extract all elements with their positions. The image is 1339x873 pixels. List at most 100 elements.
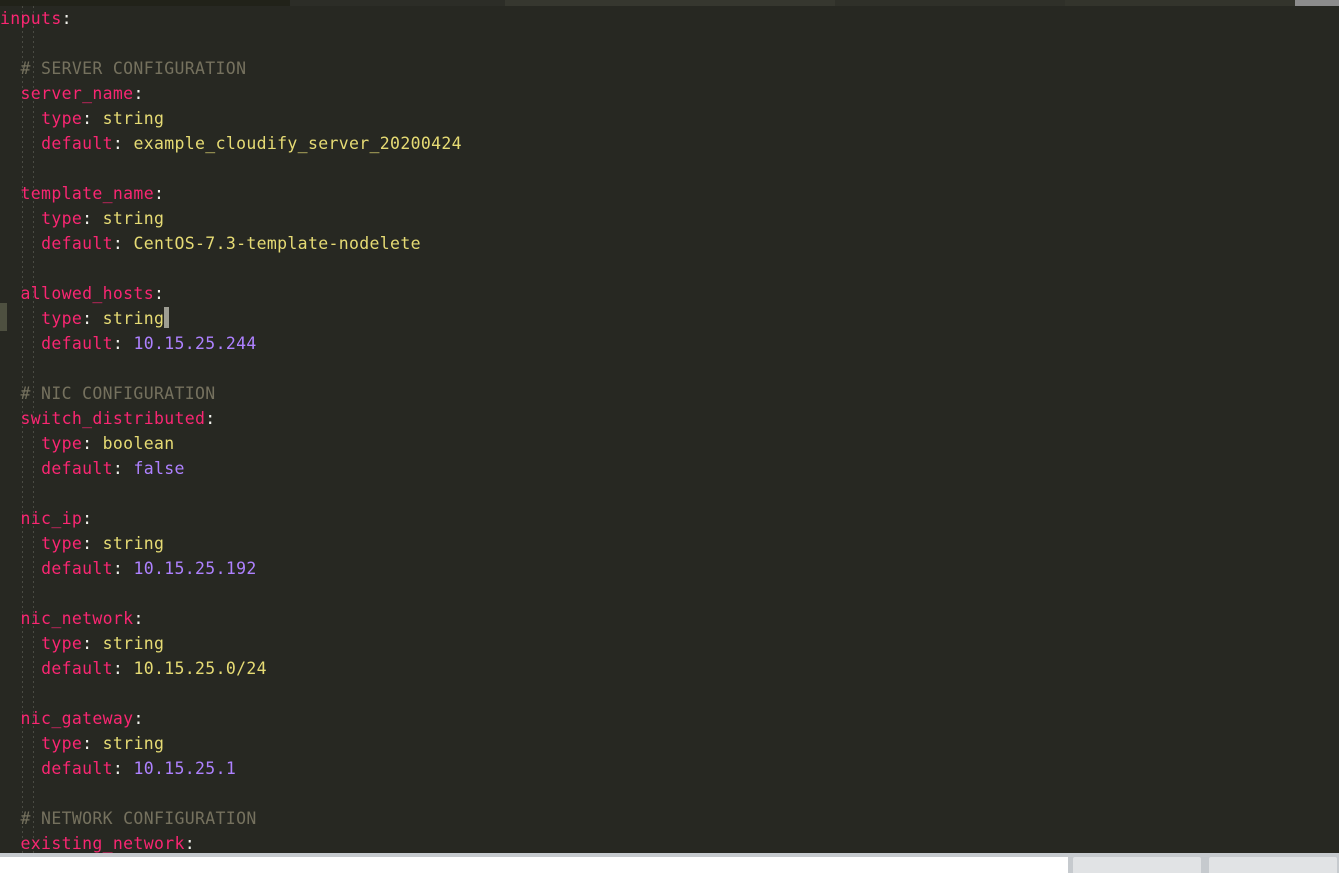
taskbar-tile-2[interactable] (1209, 857, 1337, 873)
code-scalar-value: false (133, 459, 185, 478)
bottom-taskbar[interactable] (0, 853, 1339, 873)
code-line[interactable]: # NIC CONFIGURATION (0, 381, 462, 406)
code-line[interactable]: nic_gateway: (0, 706, 462, 731)
code-colon: : (153, 284, 165, 303)
code-line[interactable]: inputs: (0, 6, 462, 31)
code-colon: : (112, 334, 124, 353)
code-colon: : (82, 434, 93, 453)
code-colon: : (112, 134, 124, 153)
taskbar-left-area (0, 857, 1068, 873)
code-line[interactable]: default: example_cloudify_server_2020042… (0, 131, 462, 156)
code-line[interactable]: default: CentOS-7.3-template-nodelete (0, 231, 462, 256)
code-mapping-key: default (41, 334, 113, 353)
code-line[interactable]: default: 10.15.25.192 (0, 556, 462, 581)
code-line[interactable]: nic_network: (0, 606, 462, 631)
code-scalar-value: 10.15.25.0/24 (133, 659, 267, 678)
taskbar-tile-1[interactable] (1073, 857, 1201, 873)
code-line[interactable]: type: string (0, 631, 462, 656)
code-line[interactable] (0, 681, 462, 706)
code-scalar-value: string (102, 634, 165, 653)
code-line[interactable]: type: string (0, 731, 462, 756)
code-line[interactable]: server_name: (0, 81, 462, 106)
code-colon: : (82, 109, 93, 128)
code-line[interactable] (0, 481, 462, 506)
code-colon: : (82, 634, 93, 653)
code-line[interactable] (0, 256, 462, 281)
code-colon: : (82, 509, 93, 528)
code-colon: : (112, 759, 124, 778)
code-line[interactable] (0, 581, 462, 606)
code-mapping-key: type (41, 109, 83, 128)
code-line[interactable]: default: 10.15.25.1 (0, 756, 462, 781)
code-line[interactable]: type: string (0, 106, 462, 131)
code-line[interactable]: type: string (0, 206, 462, 231)
code-line[interactable] (0, 781, 462, 806)
code-line[interactable]: type: string (0, 306, 462, 331)
code-line[interactable] (0, 31, 462, 56)
code-line[interactable]: template_name: (0, 181, 462, 206)
code-scalar-value: string (102, 309, 165, 328)
code-mapping-key: default (41, 759, 113, 778)
code-line[interactable] (0, 156, 462, 181)
code-line[interactable]: # NETWORK CONFIGURATION (0, 806, 462, 831)
code-colon: : (82, 209, 93, 228)
code-line[interactable]: type: boolean (0, 431, 462, 456)
code-colon: : (153, 184, 165, 203)
code-mapping-key: type (41, 434, 83, 453)
code-colon: : (184, 834, 196, 853)
code-mapping-key: existing_network (20, 834, 185, 853)
code-colon: : (112, 559, 124, 578)
code-mapping-key: nic_network (20, 609, 134, 628)
code-line[interactable]: default: false (0, 456, 462, 481)
code-line[interactable]: allowed_hosts: (0, 281, 462, 306)
code-line[interactable] (0, 356, 462, 381)
code-line[interactable]: # SERVER CONFIGURATION (0, 56, 462, 81)
code-mapping-key: default (41, 559, 113, 578)
code-line[interactable]: default: 10.15.25.244 (0, 331, 462, 356)
code-content[interactable]: inputs: # SERVER CONFIGURATION server_na… (0, 6, 462, 853)
code-line[interactable]: nic_ip: (0, 506, 462, 531)
code-line[interactable]: existing_network: (0, 831, 462, 853)
text-cursor (164, 307, 170, 328)
code-editor-surface[interactable]: inputs: # SERVER CONFIGURATION server_na… (0, 6, 1339, 853)
code-comment: # NIC CONFIGURATION (20, 384, 216, 403)
code-colon: : (112, 234, 124, 253)
code-mapping-key: default (41, 659, 113, 678)
code-colon: : (82, 734, 93, 753)
code-line[interactable]: type: string (0, 531, 462, 556)
code-line[interactable]: switch_distributed: (0, 406, 462, 431)
code-line[interactable]: default: 10.15.25.0/24 (0, 656, 462, 681)
code-mapping-key: type (41, 309, 83, 328)
code-mapping-key: allowed_hosts (20, 284, 154, 303)
code-scalar-value: 10.15.25.192 (133, 559, 257, 578)
code-colon: : (112, 459, 124, 478)
